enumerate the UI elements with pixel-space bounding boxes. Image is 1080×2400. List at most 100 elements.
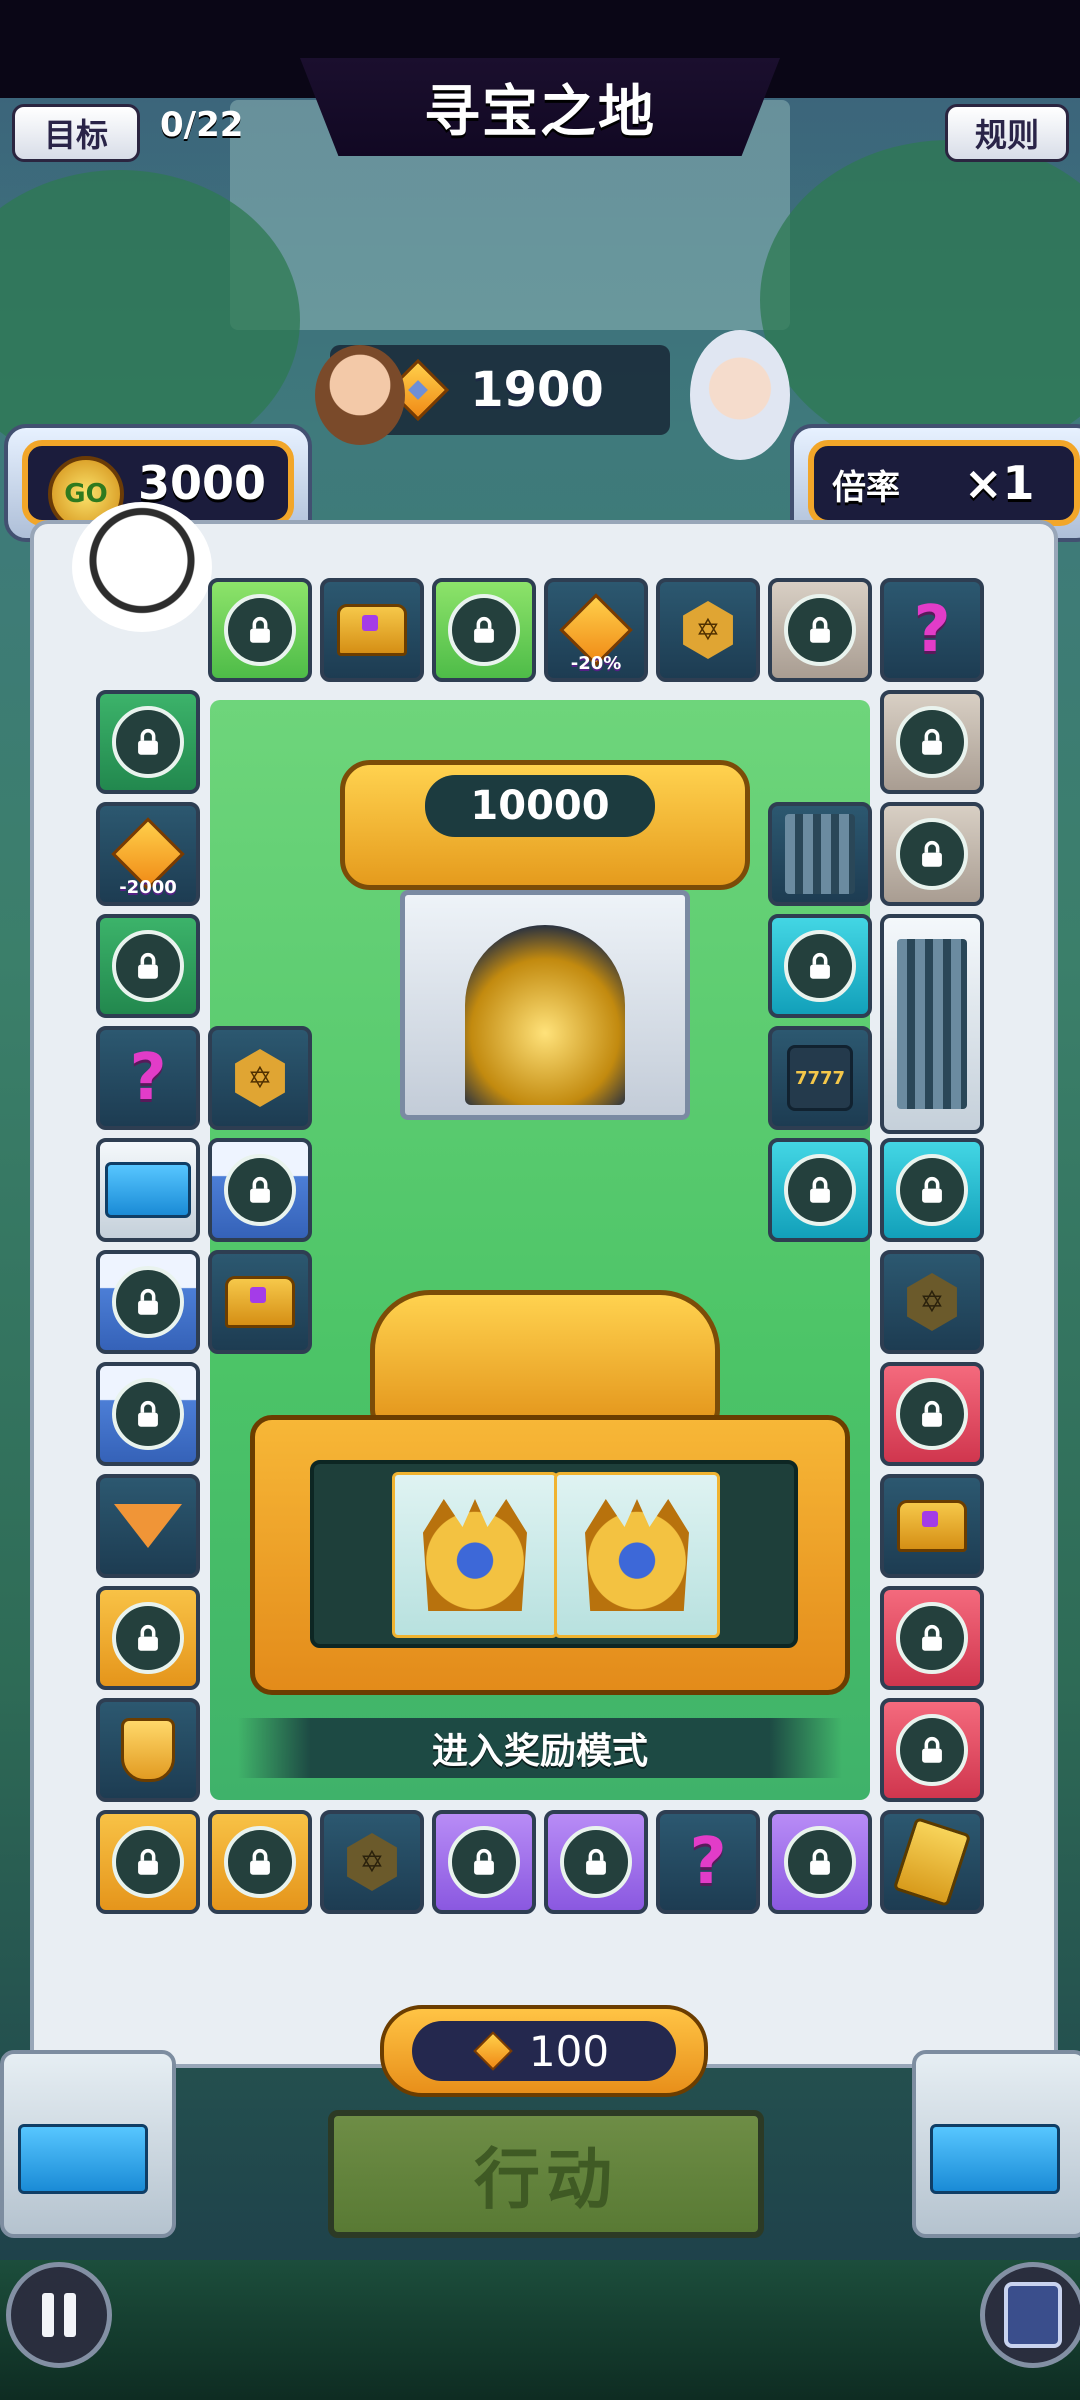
- board-tile-shield[interactable]: [96, 1698, 200, 1802]
- board-tile-locked[interactable]: [544, 1810, 648, 1914]
- board-tile-bluebox[interactable]: [96, 1138, 200, 1242]
- board-tile-locked[interactable]: [96, 690, 200, 794]
- question-mark-icon: ?: [129, 1041, 167, 1115]
- board-tile-slot[interactable]: 7777: [768, 1026, 872, 1130]
- lock-icon: [448, 1826, 520, 1898]
- question-mark-icon: ?: [913, 593, 951, 667]
- card-deck-button[interactable]: [980, 2262, 1080, 2368]
- board-tile-mystery[interactable]: ?: [96, 1026, 200, 1130]
- board-tile-hexstar[interactable]: ✡: [656, 578, 760, 682]
- hexagram-icon: ✡: [683, 601, 733, 659]
- board-tile-chest[interactable]: [880, 1474, 984, 1578]
- gem-icon: [473, 2031, 513, 2071]
- lock-icon: [896, 1378, 968, 1450]
- hexagram-icon: ✡: [347, 1833, 397, 1891]
- slot-reel: [554, 1472, 720, 1638]
- pause-button[interactable]: [6, 2262, 112, 2368]
- board-tile-locked[interactable]: [768, 914, 872, 1018]
- discount-label: -20%: [570, 653, 622, 674]
- multiplier-label: 倍率: [832, 468, 900, 508]
- board-tile-chest[interactable]: [208, 1250, 312, 1354]
- character-bunny-girl-avatar: [690, 330, 790, 460]
- board-tile-hexstar[interactable]: ✡: [208, 1026, 312, 1130]
- character-boy-avatar: [315, 345, 405, 445]
- blue-box-icon: [930, 2124, 1060, 2194]
- slot-window: [310, 1460, 798, 1648]
- lock-icon: [896, 706, 968, 778]
- go-coin-value: 3000: [138, 456, 267, 510]
- board-tile-locked[interactable]: [768, 578, 872, 682]
- board-tile-locked[interactable]: [880, 1138, 984, 1242]
- board-tile-locked[interactable]: [96, 1362, 200, 1466]
- board-tile-locked[interactable]: [768, 1138, 872, 1242]
- gold-coins-icon: [465, 925, 625, 1105]
- lock-icon: [448, 594, 520, 666]
- board-tile-mystery[interactable]: ?: [880, 578, 984, 682]
- jackpot-treasure[interactable]: 10000: [340, 720, 750, 1120]
- lock-icon: [224, 594, 296, 666]
- board-tile-discount[interactable]: -20%: [544, 578, 648, 682]
- board-tile-mystery[interactable]: ?: [656, 1810, 760, 1914]
- board-tile-locked[interactable]: [96, 914, 200, 1018]
- action-cost-value: 100: [528, 2026, 610, 2076]
- board-tile-minus[interactable]: -2000: [96, 802, 200, 906]
- lock-icon: [896, 1154, 968, 1226]
- hexagram-icon: ✡: [907, 1273, 957, 1331]
- lock-icon: [784, 1826, 856, 1898]
- board-tile-locked[interactable]: [96, 1810, 200, 1914]
- board-tile-locked[interactable]: [880, 1698, 984, 1802]
- slot-reel: [392, 1472, 558, 1638]
- card-deck-icon: [1004, 2282, 1062, 2348]
- board-tile-locked[interactable]: [768, 1810, 872, 1914]
- board-tile-locked[interactable]: [880, 1586, 984, 1690]
- crown-icon: [423, 1499, 527, 1611]
- arrow-down-icon: [114, 1504, 182, 1548]
- board-tile-arrow[interactable]: [96, 1474, 200, 1578]
- board-tile-locked[interactable]: [96, 1250, 200, 1354]
- blue-box-icon: [18, 2124, 148, 2194]
- lock-icon: [224, 1826, 296, 1898]
- board-tile-locked[interactable]: [208, 1138, 312, 1242]
- board-tile-chest[interactable]: [320, 578, 424, 682]
- board-tile-locked[interactable]: [96, 1586, 200, 1690]
- board-tile-locked[interactable]: [880, 802, 984, 906]
- rules-button[interactable]: 规则: [945, 104, 1069, 162]
- background-foliage: [760, 140, 1080, 460]
- board-tile-locked[interactable]: [432, 1810, 536, 1914]
- treasure-chest-icon: [897, 1500, 967, 1552]
- title-banner: 寻宝之地: [300, 58, 780, 156]
- slot-machine-top: [370, 1290, 720, 1430]
- board-tile-locked[interactable]: [208, 1810, 312, 1914]
- page-title: 寻宝之地: [424, 79, 656, 145]
- board-tile-locked[interactable]: [880, 1362, 984, 1466]
- board-tile-locked[interactable]: [432, 578, 536, 682]
- board-tile-hexstar[interactable]: ✡: [320, 1810, 424, 1914]
- action-button[interactable]: 行动: [328, 2110, 764, 2238]
- multiplier-value: ×1: [964, 456, 1035, 510]
- lock-icon: [112, 706, 184, 778]
- board-tile-cage[interactable]: [880, 914, 984, 1134]
- cage-icon: [785, 814, 855, 894]
- lock-icon: [560, 1826, 632, 1898]
- lock-icon: [784, 594, 856, 666]
- lock-icon: [896, 818, 968, 890]
- hexagram-icon: ✡: [235, 1049, 285, 1107]
- gem-count: 1900: [470, 362, 604, 418]
- board-tile-locked[interactable]: [208, 578, 312, 682]
- treasure-chest-icon: [225, 1276, 295, 1328]
- board-tile-cage[interactable]: [768, 802, 872, 906]
- lock-icon: [112, 1378, 184, 1450]
- lock-icon: [784, 1154, 856, 1226]
- board-tile-cards[interactable]: [880, 1810, 984, 1914]
- treasure-vault: [400, 890, 690, 1120]
- board-tile-hexstar[interactable]: ✡: [880, 1250, 984, 1354]
- lock-icon: [112, 1602, 184, 1674]
- board-tile-locked[interactable]: [880, 690, 984, 794]
- minus-label: -2000: [119, 877, 177, 898]
- lock-icon: [224, 1154, 296, 1226]
- pause-icon: [42, 2293, 76, 2337]
- character-panda-girl-avatar: [72, 502, 212, 632]
- card-icon: [892, 1816, 972, 1908]
- lock-icon: [112, 1266, 184, 1338]
- goal-button[interactable]: 目标: [12, 104, 140, 162]
